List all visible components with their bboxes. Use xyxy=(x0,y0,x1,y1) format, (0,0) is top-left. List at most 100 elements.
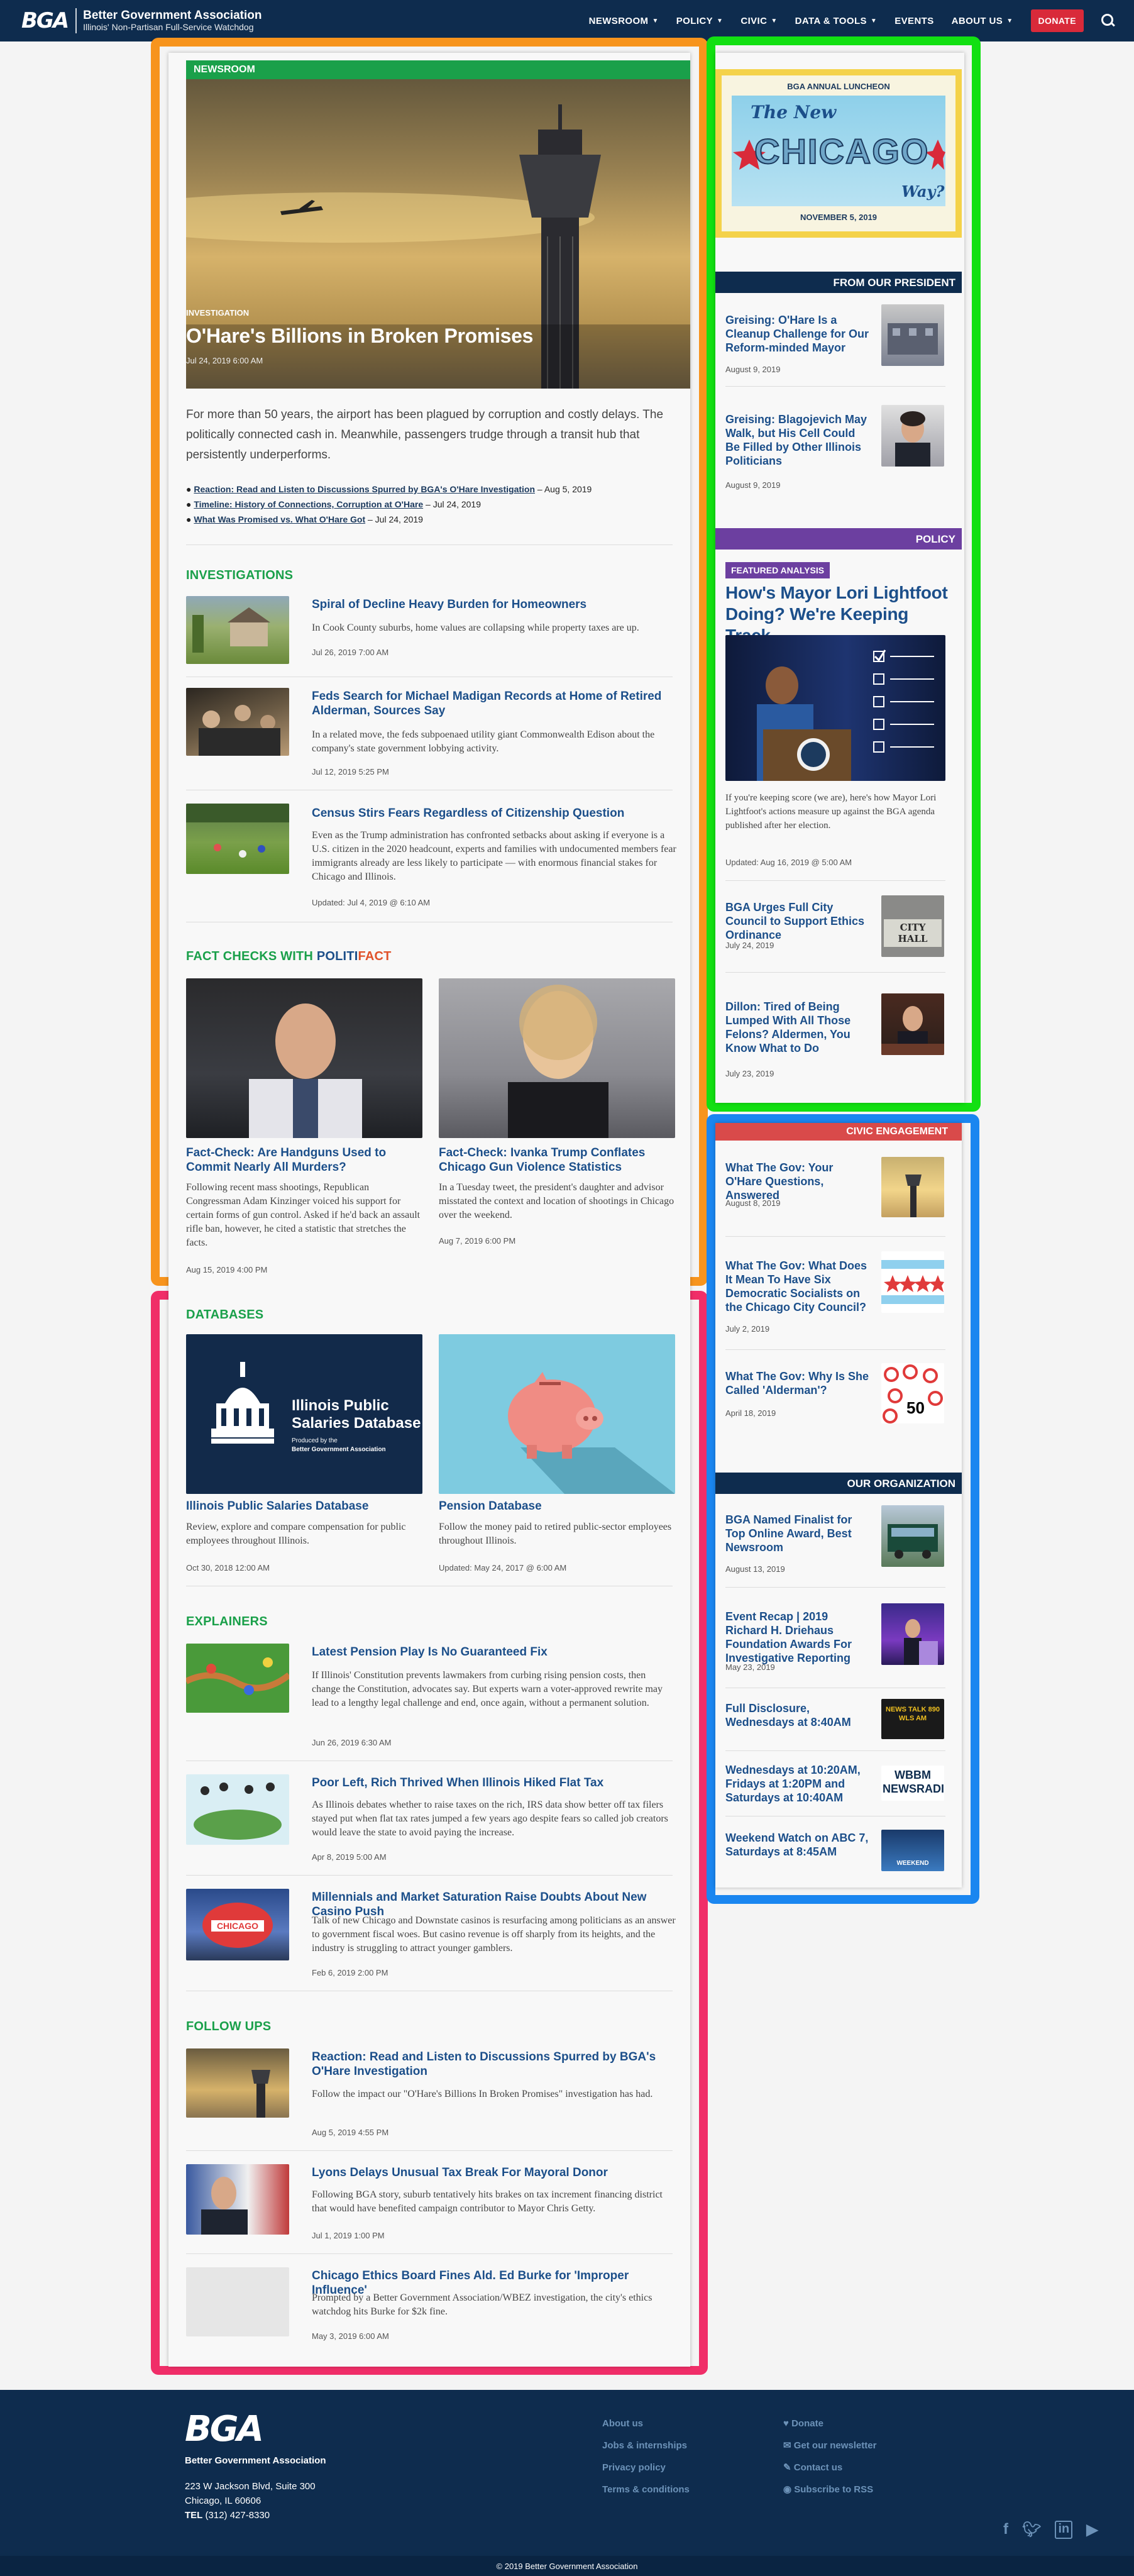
sidebar-article-title[interactable]: What The Gov: Your O'Hare Questions, Ans… xyxy=(725,1161,870,1202)
article-excerpt: In Cook County suburbs, home values are … xyxy=(312,622,639,633)
thumb-homeowners[interactable] xyxy=(186,596,289,664)
thumb-alderman[interactable]: 50 xyxy=(881,1363,944,1423)
org-header[interactable]: OUR ORGANIZATION xyxy=(715,1473,962,1494)
followups-heading[interactable]: FOLLOW UPS xyxy=(186,2020,271,2034)
footer-link-donate[interactable]: ♥ Donate xyxy=(783,2413,876,2435)
footer-link-contact[interactable]: ✎ Contact us xyxy=(783,2457,876,2479)
sidebar-article-title[interactable]: Event Recap | 2019 Richard H. Driehaus F… xyxy=(725,1610,870,1665)
thumb-lightfoot[interactable] xyxy=(725,635,945,781)
thumb-kinzinger[interactable] xyxy=(186,978,422,1138)
org-block[interactable]: Better Government Association Illinois' … xyxy=(83,9,261,33)
thumb-ivanka[interactable] xyxy=(439,978,675,1138)
donate-button[interactable]: DONATE xyxy=(1030,9,1084,32)
footer-link-jobs[interactable]: Jobs & internships xyxy=(602,2435,690,2457)
related-link[interactable]: ● Reaction: Read and Listen to Discussio… xyxy=(186,482,664,497)
twitter-icon[interactable]: 🐦︎ xyxy=(1022,2521,1041,2539)
article-title[interactable]: Feds Search for Michael Madigan Records … xyxy=(312,689,664,718)
search-icon[interactable] xyxy=(1101,14,1115,28)
sidebar-article-title[interactable]: What The Gov: Why Is She Called 'Alderma… xyxy=(725,1369,870,1397)
thumb-chicago-flag[interactable] xyxy=(881,1251,944,1313)
article-excerpt: As Illinois debates whether to raise tax… xyxy=(312,1799,668,1838)
article-title[interactable]: Reaction: Read and Listen to Discussions… xyxy=(312,2050,664,2079)
thumb-wbbm[interactable]: WBBM NEWSRADIO xyxy=(881,1766,944,1801)
thumb-blagojevich[interactable] xyxy=(881,405,944,467)
sidebar-article-title[interactable]: BGA Urges Full City Council to Support E… xyxy=(725,900,870,942)
bga-logo[interactable]: BGA xyxy=(21,8,69,33)
sidebar-article-title[interactable]: Wednesdays at 10:20AM, Fridays at 1:20PM… xyxy=(725,1763,870,1805)
nav-data-tools[interactable]: DATA & TOOLS ▼ xyxy=(795,16,878,26)
hero-title[interactable]: O'Hare's Billions in Broken Promises xyxy=(186,324,533,348)
thumb-abc7[interactable]: WEEKEND xyxy=(881,1830,944,1871)
article-excerpt: Review, explore and compare compensation… xyxy=(186,1522,406,1546)
investigations-heading[interactable]: INVESTIGATIONS xyxy=(186,568,293,583)
sidebar-article-title[interactable]: Full Disclosure, Wednesdays at 8:40AM xyxy=(725,1701,870,1729)
thumb-madigan-search[interactable] xyxy=(186,688,289,756)
footer-link-newsletter[interactable]: ✉ Get our newsletter xyxy=(783,2435,876,2457)
hero-summary: For more than 50 years, the airport has … xyxy=(186,408,664,462)
thumb-lyons[interactable] xyxy=(186,2164,289,2235)
related-link[interactable]: ● What Was Promised vs. What O'Hare Got … xyxy=(186,512,664,527)
president-header[interactable]: FROM OUR PRESIDENT xyxy=(715,272,962,293)
thumb-pension-database[interactable] xyxy=(439,1334,675,1494)
nav-about-us[interactable]: ABOUT US ▼ xyxy=(952,16,1013,26)
databases-heading[interactable]: DATABASES xyxy=(186,1308,263,1322)
airport-tower-image xyxy=(251,2070,270,2118)
thumb-placeholder[interactable] xyxy=(186,2267,289,2336)
footer-logo[interactable]: BGA xyxy=(185,2409,264,2450)
article-title[interactable]: Census Stirs Fears Regardless of Citizen… xyxy=(312,806,664,821)
footer-link-about[interactable]: About us xyxy=(602,2413,690,2435)
thumb-ohare-reaction[interactable] xyxy=(186,2048,289,2118)
thumb-ohare-gov[interactable] xyxy=(881,1157,944,1217)
nav-newsroom[interactable]: NEWSROOM ▼ xyxy=(589,16,659,26)
related-link[interactable]: ● Timeline: History of Connections, Corr… xyxy=(186,497,664,512)
nav-events[interactable]: EVENTS xyxy=(895,16,933,26)
link-text[interactable]: What Was Promised vs. What O'Hare Got xyxy=(194,514,365,524)
section-badge-newsroom[interactable]: NEWSROOM xyxy=(186,60,690,79)
explainers-heading[interactable]: EXPLAINERS xyxy=(186,1615,268,1629)
sidebar-article-title[interactable]: What The Gov: What Does It Mean To Have … xyxy=(725,1259,870,1314)
article-title[interactable]: Pension Database xyxy=(439,1499,671,1513)
luncheon-ad[interactable]: BGA ANNUAL LUNCHEON The New CHICAGO Way?… xyxy=(715,69,962,238)
article-title[interactable]: Latest Pension Play Is No Guaranteed Fix xyxy=(312,1645,664,1659)
sidebar-article-title[interactable]: Greising: Blagojevich May Walk, but His … xyxy=(725,412,870,468)
footer-link-privacy[interactable]: Privacy policy xyxy=(602,2457,690,2479)
link-text[interactable]: Timeline: History of Connections, Corrup… xyxy=(194,499,423,509)
thumb-greising-ohare[interactable] xyxy=(881,304,944,366)
youtube-icon[interactable]: ▶ xyxy=(1086,2521,1098,2539)
thumb-city-hall[interactable]: CITY HALL xyxy=(881,895,944,957)
thumb-dillon[interactable] xyxy=(881,993,944,1055)
nav-policy[interactable]: POLICY ▼ xyxy=(676,16,724,26)
thumb-salaries-database[interactable]: Illinois Public Salaries Database Produc… xyxy=(186,1334,422,1494)
article-title[interactable]: Fact-Check: Ivanka Trump Conflates Chica… xyxy=(439,1146,671,1175)
factchecks-heading[interactable]: FACT CHECKS WITH POLITIFACT xyxy=(186,949,392,964)
article-title[interactable]: Poor Left, Rich Thrived When Illinois Hi… xyxy=(312,1776,664,1790)
policy-header[interactable]: POLICY xyxy=(715,528,962,550)
sidebar-article-title[interactable]: BGA Named Finalist for Top Online Award,… xyxy=(725,1513,870,1554)
thumb-wls[interactable]: NEWS TALK 890 WLS AM xyxy=(881,1699,944,1739)
sidebar-article-title[interactable]: Greising: O'Hare Is a Cleanup Challenge … xyxy=(725,313,870,355)
footer-phone[interactable]: TEL (312) 427-8330 xyxy=(185,2510,270,2521)
thumb-driehaus-awards[interactable] xyxy=(881,1603,944,1665)
facebook-icon[interactable]: f xyxy=(1003,2521,1008,2539)
footer-link-terms[interactable]: Terms & conditions xyxy=(602,2479,690,2501)
divider xyxy=(186,2150,673,2151)
nav-label: EVENTS xyxy=(895,15,934,26)
sidebar-article-title[interactable]: Weekend Watch on ABC 7, Saturdays at 8:4… xyxy=(725,1831,870,1859)
article-title[interactable]: Spiral of Decline Heavy Burden for Homeo… xyxy=(312,597,664,612)
hero[interactable]: NEWSROOM INVESTIGATION O'Hare's Billions… xyxy=(186,60,690,389)
footer-link-rss[interactable]: ◉ Subscribe to RSS xyxy=(783,2479,876,2501)
article-title[interactable]: Lyons Delays Unusual Tax Break For Mayor… xyxy=(312,2165,664,2180)
article-title[interactable]: Fact-Check: Are Handguns Used to Commit … xyxy=(186,1146,419,1175)
sidebar-article-title[interactable]: Dillon: Tired of Being Lumped With All T… xyxy=(725,1000,870,1055)
article-title[interactable]: Illinois Public Salaries Database xyxy=(186,1499,419,1513)
article-excerpt: In a Tuesday tweet, the president's daug… xyxy=(439,1182,674,1220)
civic-header[interactable]: CIVIC ENGAGEMENT xyxy=(715,1123,962,1141)
link-text[interactable]: Reaction: Read and Listen to Discussions… xyxy=(194,484,535,494)
thumb-casino[interactable]: CHICAGO xyxy=(186,1889,289,1960)
thumb-census[interactable] xyxy=(186,804,289,874)
thumb-flat-tax[interactable] xyxy=(186,1774,289,1845)
thumb-award-finalist[interactable] xyxy=(881,1505,944,1567)
thumb-pension-play[interactable] xyxy=(186,1644,289,1713)
nav-civic[interactable]: CIVIC ▼ xyxy=(740,16,777,26)
linkedin-icon[interactable]: in xyxy=(1055,2521,1073,2539)
